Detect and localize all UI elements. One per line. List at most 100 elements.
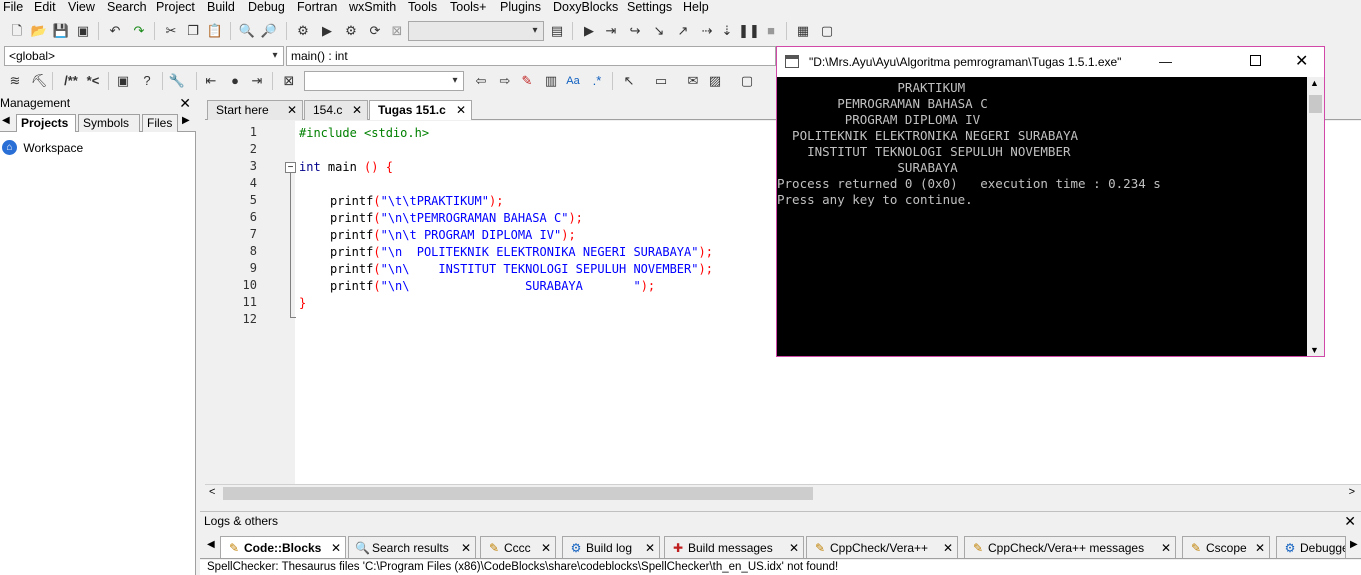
line-comment-button[interactable]: *<	[82, 72, 104, 90]
tab-search-results[interactable]: 🔍 Search results ✕	[348, 536, 476, 558]
menu-build[interactable]: Build	[207, 0, 235, 15]
menu-tools-plus[interactable]: Tools+	[450, 0, 486, 15]
menu-edit[interactable]: Edit	[34, 0, 56, 15]
chevron-left-icon[interactable]: ◀	[2, 115, 10, 126]
editor-horizontal-scrollbar[interactable]: < >	[205, 484, 1361, 501]
run-chm-icon[interactable]: ?	[138, 72, 156, 90]
console-scrollbar[interactable]: ▲ ▼	[1307, 77, 1324, 356]
match-case-icon[interactable]: Aa	[564, 72, 582, 90]
save-all-icon[interactable]: ▣	[74, 22, 92, 40]
maximize-icon[interactable]	[1250, 55, 1261, 66]
window-icon[interactable]: ▢	[738, 72, 756, 90]
paste-icon[interactable]: 📋	[206, 22, 224, 40]
mail-icon[interactable]: ✉	[684, 72, 702, 90]
menu-view[interactable]: View	[68, 0, 95, 15]
build-run-icon[interactable]: ⚙	[342, 22, 360, 40]
tab-files[interactable]: Files	[142, 114, 178, 132]
tab-codeblocks-log[interactable]: ✎ Code::Blocks ✕	[220, 536, 346, 558]
debug-windows-icon[interactable]: ▦	[794, 22, 812, 40]
close-icon[interactable]: ✕	[1344, 512, 1356, 530]
doxyblocks-wizard-icon[interactable]: ≋	[6, 72, 24, 90]
menu-tools[interactable]: Tools	[408, 0, 437, 15]
menu-plugins[interactable]: Plugins	[500, 0, 541, 15]
close-icon[interactable]: ✕	[1295, 51, 1308, 71]
run-icon[interactable]: ▶	[318, 22, 336, 40]
abort-icon[interactable]: ⊠	[388, 22, 406, 40]
pause-icon[interactable]: ❚❚	[738, 22, 760, 40]
redo-icon[interactable]: ↷	[130, 22, 148, 40]
tab-154-c[interactable]: 154.c ✕	[304, 100, 368, 120]
function-select[interactable]: main() : int	[286, 46, 776, 66]
close-icon[interactable]: ✕	[456, 101, 466, 119]
close-icon[interactable]: ✕	[461, 537, 471, 559]
chevron-down-icon[interactable]: ▼	[1310, 345, 1319, 355]
chevron-up-icon[interactable]: ▲	[1310, 78, 1319, 88]
block-comment-button[interactable]: /**	[58, 72, 84, 90]
save-icon[interactable]: 💾	[52, 22, 70, 40]
wrench-icon[interactable]: 🔧	[168, 72, 186, 90]
selected-text-only-icon[interactable]: ▥	[542, 72, 560, 90]
debug-info-icon[interactable]: ▢	[818, 22, 836, 40]
regex-icon[interactable]: .*	[588, 72, 606, 90]
menu-debug[interactable]: Debug	[248, 0, 285, 15]
fold-toggle-icon[interactable]: −	[285, 162, 296, 173]
step-into-icon[interactable]: ↘	[650, 22, 668, 40]
close-icon[interactable]: ✕	[331, 537, 341, 559]
menu-file[interactable]: File	[3, 0, 23, 15]
cut-icon[interactable]: ✂	[162, 22, 180, 40]
step-out-icon[interactable]: ↗	[674, 22, 692, 40]
scope-select[interactable]: <global> ▾	[4, 46, 284, 66]
image-icon[interactable]: ▨	[706, 72, 724, 90]
scrollbar-thumb[interactable]	[1309, 95, 1322, 113]
close-icon[interactable]: ✕	[943, 537, 953, 559]
highlight-icon[interactable]: ✎	[518, 72, 536, 90]
close-icon[interactable]: ✕	[789, 537, 799, 559]
new-file-icon[interactable]: 🗋	[8, 22, 26, 40]
run-html-icon[interactable]: ▣	[114, 72, 132, 90]
next-line-icon[interactable]: ↪	[626, 22, 644, 40]
open-file-icon[interactable]: 📂	[30, 22, 48, 40]
menu-doxyblocks[interactable]: DoxyBlocks	[553, 0, 618, 15]
next-bookmark-icon[interactable]: ⇥	[248, 72, 266, 90]
close-icon[interactable]: ✕	[352, 101, 362, 119]
tab-start-here[interactable]: Start here ✕	[207, 100, 303, 120]
menu-wxsmith[interactable]: wxSmith	[349, 0, 396, 15]
minimize-icon[interactable]: —	[1159, 54, 1172, 69]
close-icon[interactable]: ✕	[1255, 537, 1265, 559]
tab-cscope[interactable]: ✎ Cscope ✕	[1182, 536, 1270, 558]
scrollbar-thumb[interactable]	[223, 487, 813, 500]
menu-fortran[interactable]: Fortran	[297, 0, 337, 15]
next-instruction-icon[interactable]: ⇢	[698, 22, 716, 40]
stop-icon[interactable]: ■	[762, 22, 780, 40]
select-cursor-icon[interactable]: ↖	[620, 72, 638, 90]
tab-tugas-151-c[interactable]: Tugas 151.c ✕	[369, 100, 472, 120]
console-window[interactable]: "D:\Mrs.Ayu\Ayu\Algoritma pemrograman\Tu…	[776, 46, 1325, 357]
toggle-bookmark-icon[interactable]: ●	[226, 72, 244, 90]
search-prev-icon[interactable]: ⇦	[472, 72, 490, 90]
prev-bookmark-icon[interactable]: ⇤	[202, 72, 220, 90]
close-icon[interactable]: ✕	[179, 94, 191, 112]
tab-build-log[interactable]: ⚙ Build log ✕	[562, 536, 660, 558]
clear-search-icon[interactable]: ⊠	[280, 72, 298, 90]
build-gear-icon[interactable]: ⚙	[294, 22, 312, 40]
tab-cppcheck-messages[interactable]: ✎ CppCheck/Vera++ messages ✕	[964, 536, 1176, 558]
chevron-right-icon[interactable]: ▶	[182, 115, 190, 126]
tab-build-messages[interactable]: ✚ Build messages ✕	[664, 536, 804, 558]
menu-help[interactable]: Help	[683, 0, 709, 15]
tab-symbols[interactable]: Symbols	[78, 114, 140, 132]
console-title-bar[interactable]: "D:\Mrs.Ayu\Ayu\Algoritma pemrograman\Tu…	[777, 47, 1324, 77]
close-icon[interactable]: ✕	[287, 101, 297, 119]
debug-start-icon[interactable]: ▶	[580, 22, 598, 40]
run-to-cursor-icon[interactable]: ⇥	[602, 22, 620, 40]
menu-settings[interactable]: Settings	[627, 0, 672, 15]
chevron-left-icon[interactable]: <	[209, 486, 215, 498]
incremental-search-input[interactable]: ▾	[304, 71, 464, 91]
rectangle-icon[interactable]: ▭	[652, 72, 670, 90]
tab-projects[interactable]: Projects	[16, 114, 76, 132]
chevron-right-icon[interactable]: >	[1349, 486, 1355, 498]
chevron-right-icon[interactable]: ▶	[1350, 539, 1358, 550]
tree-item-workspace[interactable]: ⌂ Workspace	[2, 140, 83, 156]
step-instruction-icon[interactable]: ⇣	[718, 22, 736, 40]
copy-icon[interactable]: ❐	[184, 22, 202, 40]
tab-debugger[interactable]: ⚙ Debugge	[1276, 536, 1346, 558]
